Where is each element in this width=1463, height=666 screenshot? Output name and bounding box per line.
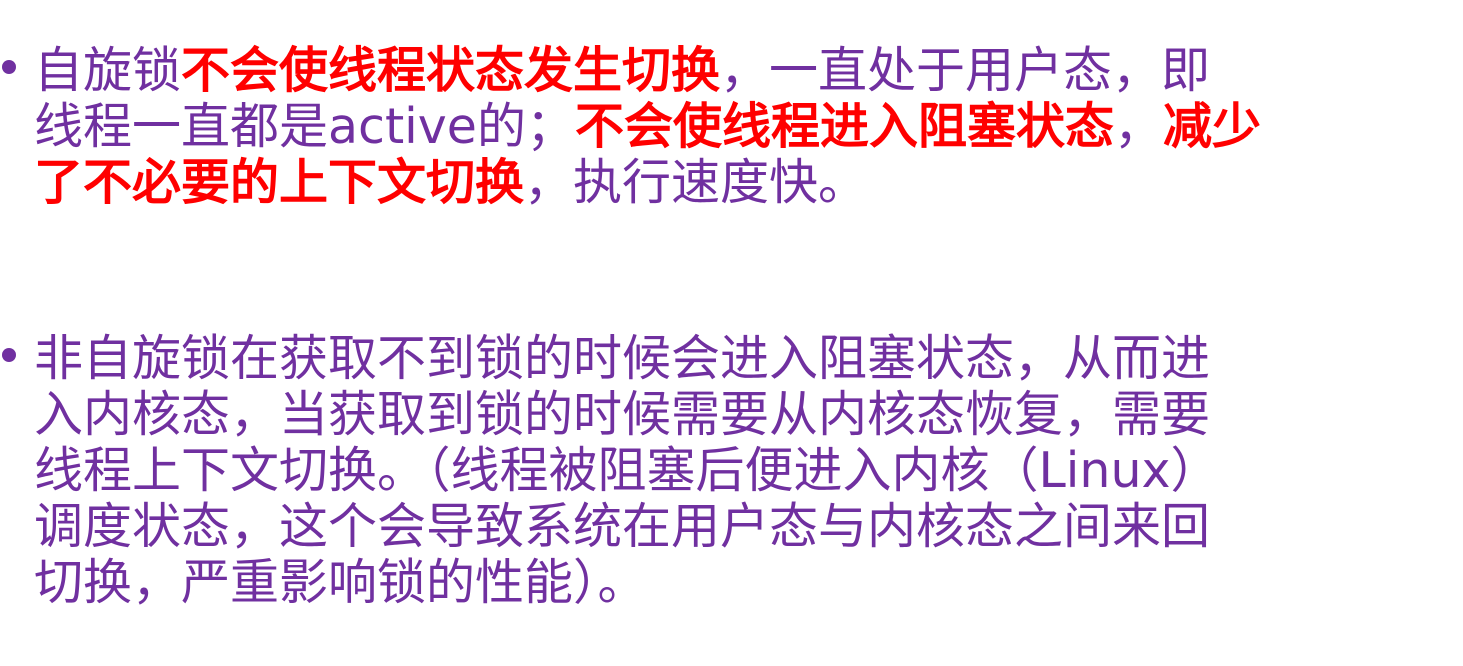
- bullet-dot-icon: [2, 348, 16, 362]
- bullet-1-line-1: 自旋锁不会使线程状态发生切换，一直处于用户态，即: [34, 42, 1210, 100]
- highlight-text: 减少: [1162, 98, 1261, 155]
- bullet-2-line-4: 调度状态，这个会导致系统在用户态与内核态之间来回: [34, 498, 1211, 555]
- text-segment: ，执行速度快。: [524, 154, 868, 211]
- bullet-1-line-2: 线程一直都是active的；不会使线程进入阻塞状态，减少: [34, 98, 1261, 156]
- text-segment: ，: [1113, 98, 1163, 155]
- text-segment: ，一直处于用户态，即: [720, 42, 1211, 99]
- text-segment: 自旋锁: [34, 42, 182, 99]
- bullet-dot-icon: [2, 60, 16, 74]
- bullet-2-line-5: 切换，严重影响锁的性能）。: [34, 554, 647, 611]
- slide: 自旋锁不会使线程状态发生切换，一直处于用户态，即 线程一直都是active的；不…: [0, 0, 1463, 666]
- highlight-text: 了不必要的上下文切换: [34, 154, 525, 211]
- bullet-2-line-1: 非自旋锁在获取不到锁的时候会进入阻塞状态，从而进: [34, 330, 1211, 387]
- highlight-text: 不会使线程进入阻塞状态: [574, 98, 1114, 155]
- text-segment: 线程一直都是active的；: [34, 98, 575, 155]
- bullet-2-line-2: 入内核态，当获取到锁的时候需要从内核态恢复，需要: [34, 386, 1211, 443]
- bullet-1-line-3: 了不必要的上下文切换，执行速度快。: [34, 154, 867, 212]
- bullet-2-line-3: 线程上下文切换。（线程被阻塞后便进入内核（Linux）: [34, 442, 1220, 499]
- highlight-text: 不会使线程状态发生切换: [181, 42, 721, 99]
